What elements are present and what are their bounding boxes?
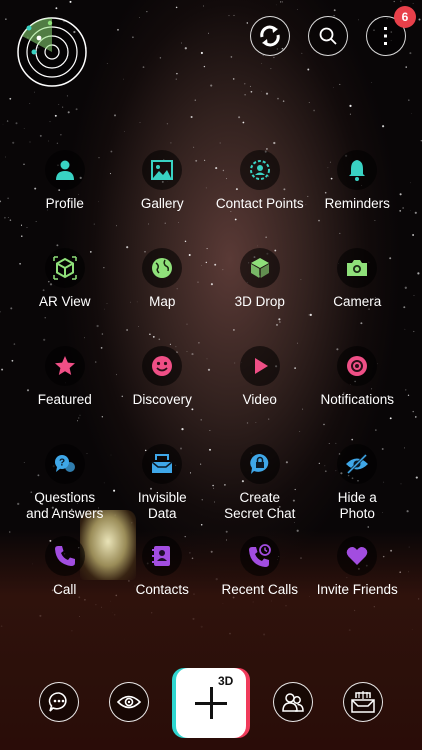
contact-points-icon bbox=[239, 150, 280, 190]
feature-contact-points-button[interactable]: Contact Points bbox=[211, 150, 309, 248]
camera-icon bbox=[337, 248, 378, 288]
friends-button[interactable] bbox=[273, 682, 313, 722]
search-icon bbox=[319, 27, 337, 45]
feature-globe-button[interactable]: Map bbox=[114, 248, 212, 346]
feature-grid: Profile Gallery Contact Points Reminders AR … bbox=[16, 150, 406, 634]
image-icon bbox=[142, 150, 183, 190]
feature-label: Recent Calls bbox=[221, 582, 299, 597]
feature-label: Invite Friends bbox=[316, 582, 398, 597]
feature-cube-button[interactable]: 3D Drop bbox=[211, 248, 309, 346]
add-3d-button[interactable]: 3D bbox=[176, 668, 246, 738]
feature-smiley-button[interactable]: Discovery bbox=[114, 346, 212, 444]
chat-button[interactable] bbox=[39, 682, 79, 722]
grid-row: Profile Gallery Contact Points Reminders bbox=[16, 150, 406, 248]
play-icon bbox=[239, 346, 280, 386]
phone-icon bbox=[44, 536, 85, 576]
feature-address-book-button[interactable]: Contacts bbox=[114, 536, 212, 634]
bell-icon bbox=[337, 150, 378, 190]
globe-icon bbox=[142, 248, 183, 288]
feature-label: Hide a Photo bbox=[337, 490, 377, 521]
notification-badge: 6 bbox=[394, 6, 416, 28]
eye-icon bbox=[117, 695, 141, 709]
feature-person-button[interactable]: Profile bbox=[16, 150, 114, 248]
feature-label: Camera bbox=[333, 294, 382, 309]
cube-icon bbox=[239, 248, 280, 288]
grid-row: Featured Discovery Video Notifications bbox=[16, 346, 406, 444]
feature-eye-off-button[interactable]: Hide a Photo bbox=[309, 444, 407, 536]
feature-ar-cube-button[interactable]: AR View bbox=[16, 248, 114, 346]
feature-label: Map bbox=[149, 294, 176, 309]
feature-label: Create Secret Chat bbox=[224, 490, 296, 521]
ar-cube-icon bbox=[44, 248, 85, 288]
feature-heart-button[interactable]: Invite Friends bbox=[309, 536, 407, 634]
chat-bubble-icon bbox=[48, 692, 67, 712]
eye-button[interactable] bbox=[109, 682, 149, 722]
add-3d-label: 3D bbox=[218, 674, 234, 688]
feature-bell-button[interactable]: Reminders bbox=[309, 150, 407, 248]
feature-label: Contact Points bbox=[215, 196, 304, 211]
feature-play-button[interactable]: Video bbox=[211, 346, 309, 444]
svg-text:?: ? bbox=[59, 458, 65, 469]
feature-question-bubble-button[interactable]: ? Questions and Answers bbox=[16, 444, 114, 536]
plus-icon-vertical bbox=[210, 687, 213, 719]
address-book-icon bbox=[142, 536, 183, 576]
feature-label: Featured bbox=[37, 392, 92, 407]
sync-button[interactable] bbox=[250, 16, 290, 56]
feature-label: Profile bbox=[45, 196, 84, 211]
feature-camera-button[interactable]: Camera bbox=[309, 248, 407, 346]
feature-recent-calls-button[interactable]: Recent Calls bbox=[211, 536, 309, 634]
grid-row: Call Contacts Recent Calls Invite Friends bbox=[16, 536, 406, 634]
more-vertical-icon bbox=[384, 27, 387, 45]
feature-label: Notifications bbox=[320, 392, 395, 407]
feature-label: Gallery bbox=[140, 196, 184, 211]
users-icon bbox=[282, 693, 304, 712]
feature-lock-bubble-button[interactable]: Create Secret Chat bbox=[211, 444, 309, 536]
grid-row: ? Questions and Answers Invisible Data Crea… bbox=[16, 444, 406, 536]
feature-label: Reminders bbox=[324, 196, 390, 211]
feature-star-button[interactable]: Featured bbox=[16, 346, 114, 444]
feature-label: Questions and Answers bbox=[26, 490, 104, 521]
inbox-button[interactable] bbox=[343, 682, 383, 722]
heart-icon bbox=[337, 536, 378, 576]
feature-label: Video bbox=[242, 392, 277, 407]
lock-bubble-icon bbox=[239, 444, 280, 484]
eye-off-icon bbox=[337, 444, 378, 484]
inbox-icon bbox=[142, 444, 183, 484]
feature-inbox-button[interactable]: Invisible Data bbox=[114, 444, 212, 536]
feature-label: AR View bbox=[38, 294, 91, 309]
smiley-icon bbox=[142, 346, 183, 386]
feature-image-button[interactable]: Gallery bbox=[114, 150, 212, 248]
radar-icon[interactable] bbox=[16, 16, 88, 88]
feature-label: Contacts bbox=[135, 582, 189, 597]
feature-phone-button[interactable]: Call bbox=[16, 536, 114, 634]
sync-icon bbox=[260, 25, 280, 47]
feature-label: Invisible Data bbox=[137, 490, 187, 521]
person-icon bbox=[44, 150, 85, 190]
question-bubble-icon: ? bbox=[44, 444, 85, 484]
notification-eye-icon bbox=[337, 346, 378, 386]
feature-label: 3D Drop bbox=[234, 294, 285, 309]
grid-row: AR View Map 3D Drop Camera bbox=[16, 248, 406, 346]
recent-calls-icon bbox=[239, 536, 280, 576]
feature-label: Discovery bbox=[132, 392, 192, 407]
feature-notification-eye-button[interactable]: Notifications bbox=[309, 346, 407, 444]
search-button[interactable] bbox=[308, 16, 348, 56]
feature-label: Call bbox=[53, 582, 77, 597]
star-icon bbox=[44, 346, 85, 386]
inbox-icon bbox=[351, 691, 375, 713]
